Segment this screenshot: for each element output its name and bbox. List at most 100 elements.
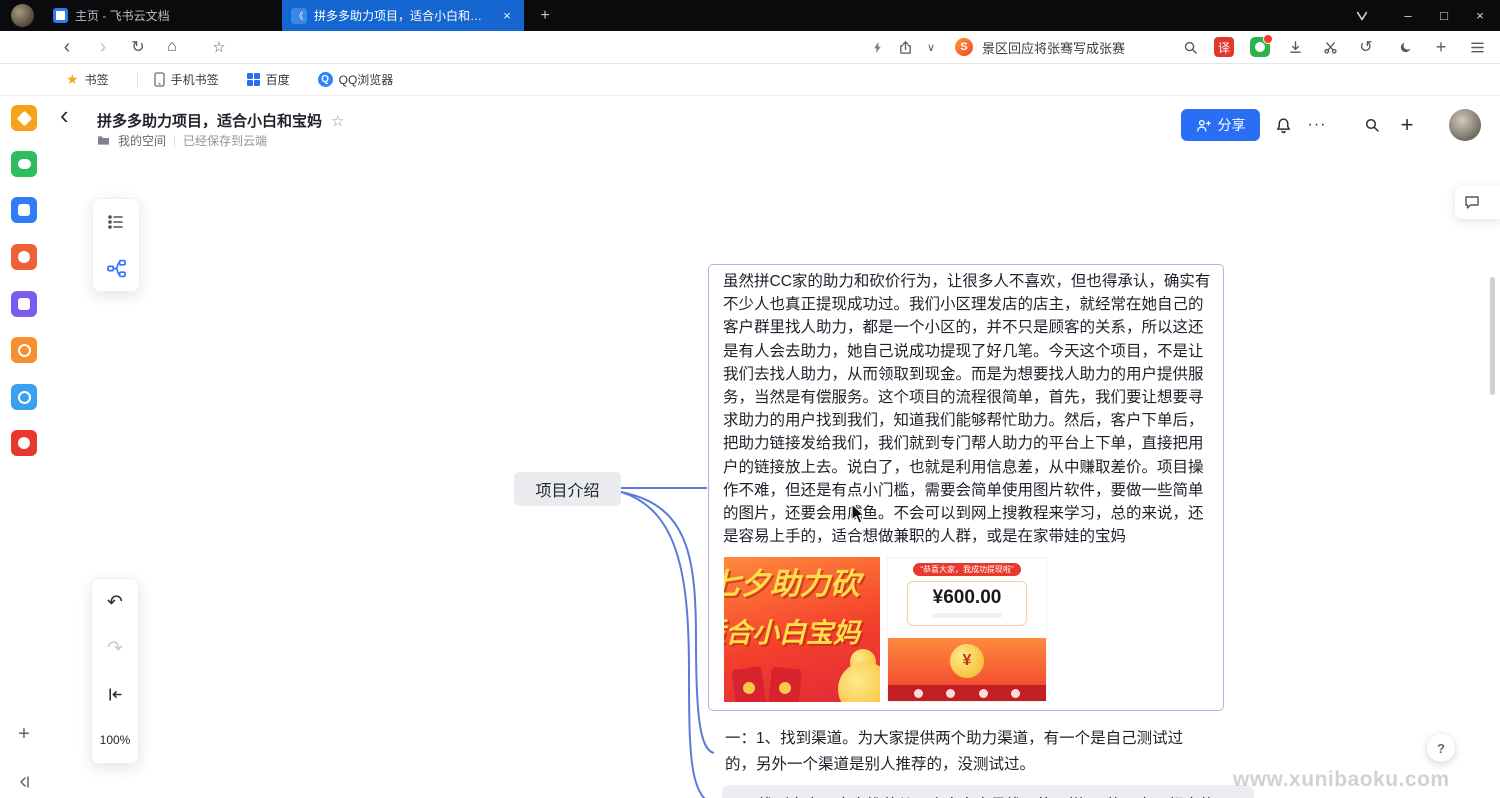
- green-app-icon[interactable]: [1250, 37, 1270, 57]
- bookmark-mobile[interactable]: 手机书签: [154, 71, 219, 88]
- more-options-icon[interactable]: ···: [1301, 109, 1333, 141]
- cash-amount-card: ¥600.00: [907, 581, 1027, 626]
- view-switch-toolbar: [92, 198, 140, 292]
- coin-icon: ¥: [950, 644, 984, 678]
- watermark-text: www.xunibaoku.com: [1233, 768, 1450, 792]
- mindmap-root-node[interactable]: 项目介绍: [514, 472, 621, 506]
- cash-screenshot-image[interactable]: “恭喜大家，我成功提现啦” ¥600.00 ¥: [887, 557, 1047, 702]
- canvas-add-button[interactable]: +: [12, 722, 36, 746]
- browser-toolbar: ‹ › ↻ ⌂ ☆ ∨ S 景区回应将张骞写成张赛 译 ↺ +: [0, 31, 1500, 64]
- detail-paragraph: 虽然拼CC家的助力和砍价行为，让很多人不喜欢，但也得承认，确实有不少人也真正提现…: [723, 270, 1212, 548]
- person-add-icon: [1196, 118, 1212, 133]
- browser-window: 主页 - 飞书云文档 《 拼多多助力项目，适合小白和宝妈 - × + – □ ×…: [0, 0, 1500, 798]
- arrow-to-line-icon: [107, 686, 124, 703]
- doc-tab-icon: 《: [291, 8, 307, 24]
- translate-icon[interactable]: 译: [1214, 37, 1234, 57]
- favorites-star-icon[interactable]: ☆: [204, 31, 234, 63]
- back-to-root-button[interactable]: [92, 671, 138, 717]
- bookmark-label: 手机书签: [171, 71, 219, 88]
- hot-search-text[interactable]: 景区回应将张骞写成张赛: [982, 31, 1125, 63]
- mindmap-view-button[interactable]: [93, 245, 139, 291]
- vertical-scrollbar[interactable]: [1490, 277, 1495, 395]
- browser-profile-avatar[interactable]: [11, 4, 34, 27]
- doc-search-icon[interactable]: [1356, 109, 1388, 141]
- promo-image-text-2: 适合小白宝妈: [724, 611, 860, 650]
- favorite-star-icon[interactable]: ☆: [331, 112, 344, 130]
- create-new-icon[interactable]: +: [1391, 109, 1423, 141]
- doc-title-row: 拼多多助力项目，适合小白和宝妈 ☆: [97, 110, 344, 131]
- red-envelope-decoration: [731, 666, 766, 702]
- menu-icon[interactable]: [1462, 31, 1492, 63]
- qq-browser-icon: Q: [318, 72, 333, 87]
- save-status: 已经保存到云端: [183, 132, 267, 149]
- chevron-down-icon[interactable]: ∨: [916, 31, 946, 63]
- cash-icon-strip: [888, 685, 1046, 701]
- search-icon[interactable]: [1175, 31, 1205, 63]
- collapse-sidebar-icon[interactable]: [12, 770, 36, 794]
- maximize-button[interactable]: □: [1426, 0, 1462, 31]
- dock-app-icon-4[interactable]: [11, 244, 37, 270]
- dock-app-icon-3[interactable]: [11, 197, 37, 223]
- folder-icon: [97, 135, 110, 146]
- red-envelope-decoration: [768, 667, 802, 702]
- new-tab-button[interactable]: +: [534, 5, 556, 27]
- canvas-ops-toolbar: ↶ ↷ 100%: [91, 578, 139, 764]
- bookmark-shuqian[interactable]: ★ 书签: [66, 71, 109, 88]
- tab-current[interactable]: 《 拼多多助力项目，适合小白和宝妈 - ×: [282, 0, 524, 31]
- cash-amount: ¥600.00: [908, 587, 1026, 609]
- bookmark-qq-browser[interactable]: Q QQ浏览器: [318, 71, 394, 88]
- breadcrumb-space[interactable]: 我的空间: [118, 132, 166, 149]
- browser-plugin-icon[interactable]: [1346, 0, 1378, 31]
- doc-meta-row: 我的空间 已经保存到云端: [97, 132, 267, 149]
- forward-icon[interactable]: ›: [88, 31, 118, 63]
- dock-app-icon-2[interactable]: [11, 151, 37, 177]
- dock-app-icon-6[interactable]: [11, 337, 37, 363]
- feishu-docs-icon: [53, 8, 68, 23]
- mindmap-detail-node[interactable]: 虽然拼CC家的助力和砍价行为，让很多人不喜欢，但也得承认，确实有不少人也真正提现…: [708, 264, 1224, 711]
- bookmark-label: 书签: [85, 71, 109, 88]
- back-icon[interactable]: ‹: [52, 31, 82, 63]
- share-button[interactable]: 分享: [1181, 109, 1260, 141]
- help-button[interactable]: ?: [1427, 734, 1455, 762]
- bookmarks-bar: ★ 书签 手机书签 百度 Q QQ浏览器: [0, 64, 1500, 96]
- promo-image[interactable]: 七夕助力砍 适合小白宝妈: [724, 557, 880, 702]
- user-avatar[interactable]: [1449, 109, 1481, 141]
- cash-banner-text: “恭喜大家，我成功提现啦”: [913, 563, 1020, 576]
- bookmark-baidu[interactable]: 百度: [247, 71, 290, 88]
- bookmark-star-icon: ★: [66, 71, 79, 88]
- mindmap-branch-node-2[interactable]: 2、找到客户，大家推荐从两个方向去寻找，能玩拼CC的用户，都会使: [722, 785, 1254, 798]
- browser-tab-bar: 主页 - 飞书云文档 《 拼多多助力项目，适合小白和宝妈 - × + – □ ×: [0, 0, 1500, 31]
- sogou-logo-icon: S: [955, 38, 973, 56]
- scissors-icon[interactable]: [1315, 31, 1345, 63]
- sync-icon[interactable]: ↺: [1351, 31, 1381, 63]
- redo-button[interactable]: ↷: [92, 625, 138, 671]
- home-icon[interactable]: ⌂: [157, 31, 187, 63]
- doc-back-button[interactable]: ‹: [60, 102, 69, 128]
- mindmap-branch-node-1[interactable]: 一：1、找到渠道。为大家提供两个助力渠道，有一个是自己测试过的，另外一个渠道是别…: [725, 726, 1209, 778]
- dock-app-icon-1[interactable]: [11, 105, 37, 131]
- tab-close-icon[interactable]: ×: [499, 8, 515, 24]
- mouse-cursor: [851, 503, 867, 525]
- gold-coin-decoration: [838, 662, 880, 702]
- minimize-button[interactable]: –: [1390, 0, 1426, 31]
- download-icon[interactable]: [1280, 31, 1310, 63]
- bookmark-label: 百度: [266, 71, 290, 88]
- lightning-icon[interactable]: [862, 31, 892, 63]
- notifications-bell-icon[interactable]: [1267, 109, 1299, 141]
- dock-app-icon-8[interactable]: [11, 430, 37, 456]
- tab-home[interactable]: 主页 - 飞书云文档: [44, 0, 282, 31]
- cash-subtext-placeholder: [932, 613, 1002, 618]
- tab-home-label: 主页 - 飞书云文档: [75, 7, 273, 24]
- night-mode-moon-icon[interactable]: [1391, 31, 1421, 63]
- comments-panel-button[interactable]: [1455, 186, 1500, 219]
- dock-app-icon-5[interactable]: [11, 291, 37, 317]
- undo-button[interactable]: ↶: [92, 579, 138, 625]
- cash-bottom-area: ¥: [888, 638, 1046, 701]
- refresh-icon[interactable]: ↻: [123, 31, 153, 63]
- zoom-level[interactable]: 100%: [92, 717, 138, 763]
- outline-view-button[interactable]: [93, 199, 139, 245]
- close-window-button[interactable]: ×: [1462, 0, 1498, 31]
- add-icon[interactable]: +: [1426, 31, 1456, 63]
- meta-divider: [174, 135, 175, 147]
- dock-app-icon-7[interactable]: [11, 384, 37, 410]
